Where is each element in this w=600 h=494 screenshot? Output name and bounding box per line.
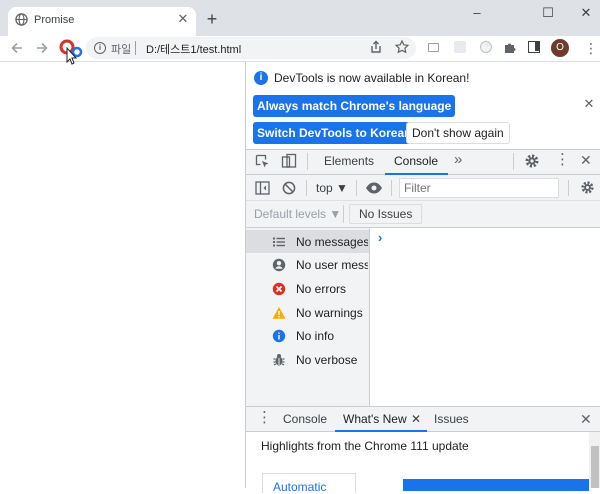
extension-gray-icon[interactable] — [454, 41, 466, 53]
always-match-language-button[interactable]: Always match Chrome's language — [253, 95, 456, 117]
dont-show-again-button[interactable]: Don't show again — [406, 122, 510, 144]
inspect-element-icon[interactable] — [255, 154, 270, 169]
filter-input[interactable]: Filter — [399, 178, 559, 198]
sidebar-item-verbose[interactable]: No verbose — [246, 348, 369, 371]
show-sidebar-icon[interactable] — [255, 181, 270, 195]
extension-circle-icon[interactable] — [479, 40, 493, 54]
drawer-close-icon[interactable]: ✕ — [580, 411, 592, 427]
address-scheme-label: 파일 — [111, 44, 132, 56]
tab-title: Promise — [34, 14, 75, 26]
minimize-button[interactable]: – — [467, 5, 487, 21]
more-tabs-chevron-icon[interactable]: » — [454, 151, 462, 168]
drawer-tab-whats-new[interactable]: What's New — [343, 412, 407, 426]
tab-close-icon[interactable]: ✕ — [176, 12, 190, 26]
default-levels-dropdown[interactable]: Default levels ▼ — [254, 207, 341, 221]
window-close-button[interactable]: ✕ — [576, 5, 596, 21]
error-icon — [272, 282, 286, 296]
sidebar-item-messages[interactable]: No messages — [246, 230, 369, 253]
sidebar-item-user-messages[interactable]: No user messages — [246, 253, 369, 276]
warning-icon — [272, 306, 286, 320]
tab-elements[interactable]: Elements — [324, 154, 374, 168]
feature-banner — [403, 479, 589, 491]
toolbar-divider — [306, 180, 307, 196]
address-url[interactable]: D:/테스트1/test.html — [146, 41, 241, 57]
context-selector[interactable]: top ▼ — [316, 181, 348, 195]
user-icon — [272, 258, 286, 272]
sidebar-item-label: No user messages — [296, 258, 368, 272]
reload-loading-icon[interactable] — [58, 38, 86, 68]
info-icon — [272, 329, 286, 343]
extension-puzzle-square-icon[interactable] — [428, 43, 439, 52]
active-drawer-tab-indicator — [335, 430, 427, 432]
infobar-close-icon[interactable]: ✕ — [582, 96, 596, 112]
toolbar-divider — [568, 180, 569, 196]
tab-divider — [513, 153, 514, 170]
new-tab-button[interactable]: + — [203, 10, 221, 28]
sidebar-item-errors[interactable]: No errors — [246, 277, 369, 300]
drawer-menu-kebab-icon[interactable]: ⋮ — [257, 410, 272, 426]
no-issues-button[interactable]: No Issues — [349, 204, 423, 224]
site-info-icon[interactable]: i — [94, 42, 106, 54]
infobar-message: DevTools is now available in Korean! — [274, 71, 470, 85]
kebab-menu-icon[interactable]: ⋮ — [584, 40, 598, 56]
settings-gear-icon[interactable] — [524, 153, 540, 169]
profile-avatar[interactable]: O — [551, 39, 569, 57]
console-settings-gear-icon[interactable] — [580, 180, 595, 195]
tab-divider — [307, 153, 308, 170]
bookmark-star-icon[interactable] — [395, 40, 411, 56]
tab-console[interactable]: Console — [394, 154, 438, 168]
sidebar-item-label: No info — [296, 329, 335, 343]
sidebar-item-label: No verbose — [296, 353, 358, 367]
switch-to-korean-button[interactable]: Switch DevTools to Korean — [253, 122, 416, 144]
drawer-tab-console[interactable]: Console — [283, 412, 327, 426]
sidebar-item-label: No warnings — [296, 306, 363, 320]
sidebar-item-label: No messages — [296, 235, 368, 249]
side-panel-icon[interactable] — [528, 41, 540, 53]
sidebar-item-label: No errors — [296, 282, 347, 296]
sidebar-item-info[interactable]: No info — [246, 324, 369, 347]
forward-arrow-icon[interactable] — [35, 41, 49, 55]
address-divider — [135, 41, 136, 55]
devtools-close-icon[interactable]: ✕ — [580, 152, 592, 168]
share-icon[interactable] — [369, 40, 385, 56]
device-toolbar-icon[interactable] — [281, 153, 297, 169]
clear-console-icon[interactable] — [282, 181, 296, 195]
maximize-button[interactable]: ☐ — [538, 5, 558, 21]
drawer-tab-issues[interactable]: Issues — [434, 412, 469, 426]
devtools-menu-kebab-icon[interactable]: ⋮ — [555, 152, 570, 168]
feature-card[interactable]: Automatic — [262, 473, 356, 494]
extensions-puzzle-icon[interactable] — [503, 40, 517, 54]
live-expression-eye-icon[interactable] — [365, 181, 383, 195]
list-icon — [272, 235, 286, 249]
globe-icon — [15, 13, 28, 26]
sidebar-item-warnings[interactable]: No warnings — [246, 301, 369, 324]
info-circle-icon: i — [254, 71, 268, 85]
back-arrow-icon[interactable] — [10, 41, 24, 55]
bug-icon — [272, 353, 286, 367]
whats-new-close-icon[interactable]: ✕ — [411, 412, 421, 426]
toolbar-divider — [356, 180, 357, 196]
scrollbar-thumb[interactable] — [591, 446, 599, 488]
toolbar-divider — [343, 205, 344, 223]
toolbar-divider — [391, 180, 392, 196]
console-prompt[interactable]: › — [378, 230, 382, 245]
whats-new-heading: Highlights from the Chrome 111 update — [261, 439, 469, 453]
